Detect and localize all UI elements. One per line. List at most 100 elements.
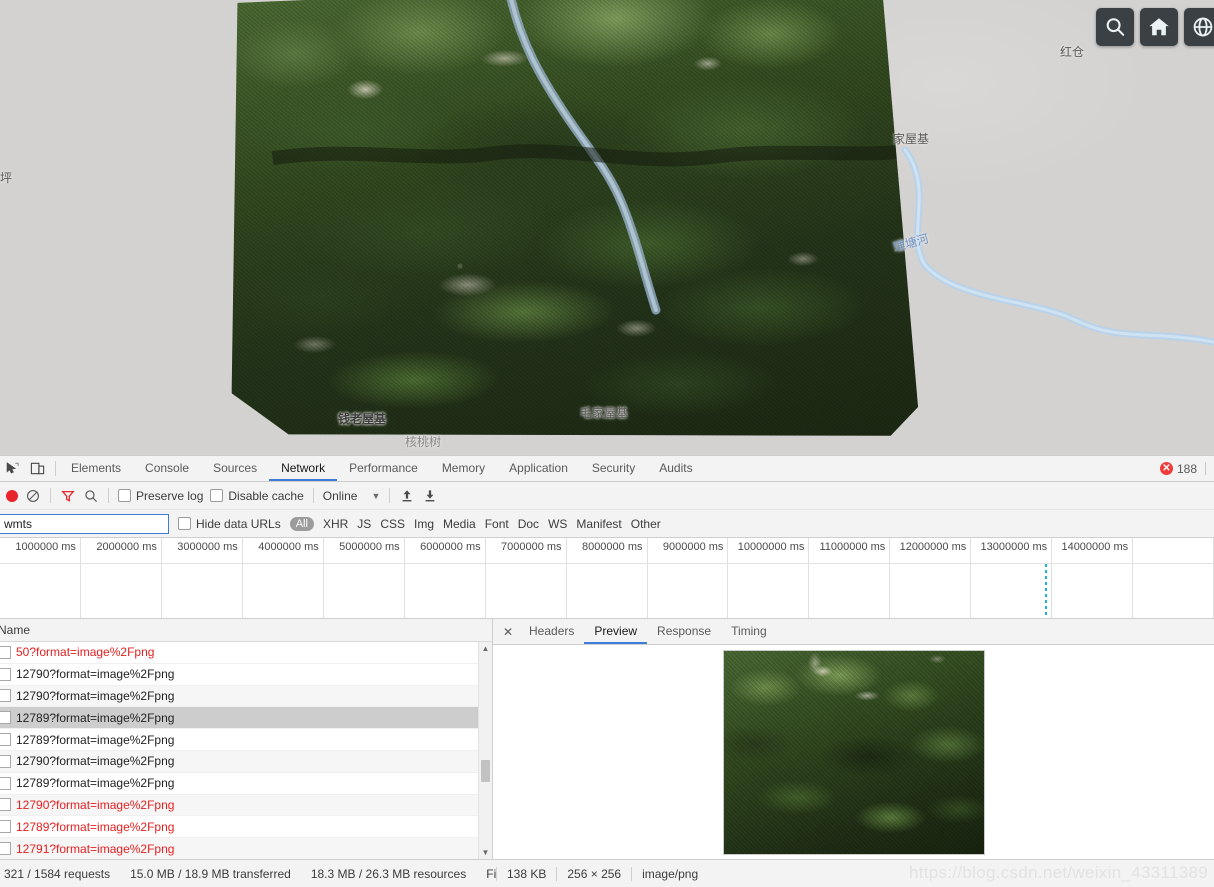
preserve-log-checkbox[interactable] [118,489,131,502]
table-row[interactable]: 12789?format=image%2Fpng [0,816,492,839]
filter-icon[interactable] [60,488,76,504]
type-filter-js[interactable]: JS [357,517,371,531]
toolbar-divider [389,488,391,503]
tab-application[interactable]: Application [497,456,580,481]
devtools-tabs[interactable]: Elements Console Sources Network Perform… [59,456,1160,481]
devtools-tool-icons[interactable] [0,456,52,481]
globe-icon[interactable] [1184,8,1214,46]
preview-body [493,645,1214,859]
tab-performance[interactable]: Performance [337,456,430,481]
status-transferred: 15.0 MB / 18.9 MB transferred [130,866,291,881]
timeline-tick-label: 10000000 ms [737,541,805,553]
table-row[interactable]: 12790?format=image%2Fpng [0,664,492,686]
map-label: 红仓 [1060,45,1085,59]
row-checkbox[interactable] [0,820,11,834]
tab-timing[interactable]: Timing [721,619,777,644]
row-checkbox[interactable] [0,842,11,856]
row-checkbox[interactable] [0,667,11,681]
tab-response[interactable]: Response [647,619,721,644]
inspect-element-icon[interactable] [4,460,21,477]
type-filter-img[interactable]: Img [414,517,434,531]
table-row[interactable]: 12790?format=image%2Fpng [0,685,492,708]
type-filter-all[interactable]: All [289,516,314,531]
tab-security[interactable]: Security [580,456,647,481]
devtools-panel: Elements Console Sources Network Perform… [0,455,1214,887]
scrollbar-thumb[interactable] [481,760,490,782]
preserve-log-toggle[interactable]: Preserve log [118,489,203,503]
type-filter-ws[interactable]: WS [548,517,567,531]
type-filter-manifest[interactable]: Manifest [576,517,621,531]
clear-button[interactable] [25,488,41,504]
detail-tabbar[interactable]: ✕ Headers Preview Response Timing [493,619,1214,645]
status-bar: 321 / 1584 requests 15.0 MB / 18.9 MB tr… [0,859,1214,887]
type-filter-css[interactable]: CSS [380,517,405,531]
type-filter-doc[interactable]: Doc [518,517,539,531]
request-name: 12790?format=image%2Fpng [16,754,175,769]
tab-memory[interactable]: Memory [430,456,497,481]
timeline-tick: 1000000 ms [0,538,81,618]
type-filter-media[interactable]: Media [443,517,476,531]
timeline-tick-label: 12000000 ms [899,541,967,553]
timeline-tick-label: 11000000 ms [819,541,886,553]
row-checkbox[interactable] [0,645,11,659]
table-row[interactable]: 12789?format=image%2Fpng [0,773,492,795]
tab-elements[interactable]: Elements [59,456,133,481]
tab-network[interactable]: Network [269,456,338,481]
tab-audits[interactable]: Audits [647,456,704,481]
map-controls[interactable] [1096,8,1214,46]
disable-cache-checkbox[interactable] [210,489,224,502]
map-viewport[interactable]: 坪 红仓 家屋基 理塘河 毛家屋基 钱老屋基 核桃树 [0,0,1214,455]
record-button[interactable] [6,489,18,502]
column-header-name[interactable]: Name [0,623,30,637]
request-name: 12789?format=image%2Fpng [16,710,175,725]
table-row[interactable]: 12790?format=image%2Fpng [0,794,492,817]
type-filter-font[interactable]: Font [485,517,509,531]
table-row[interactable]: 12790?format=image%2Fpng [0,750,492,773]
request-list-scrollbar[interactable]: ▲ ▼ [478,642,492,859]
table-row[interactable]: 12791?format=image%2Fpng [0,838,492,859]
network-filter-bar: Hide data URLs All XHR JS CSS Img Media … [0,510,1214,538]
search-icon[interactable] [1096,8,1134,46]
table-row[interactable]: 12789?format=image%2Fpng [0,729,492,751]
table-row[interactable]: 12789?format=image%2Fpng [0,707,492,730]
timeline-tick: 5000000 ms [324,538,405,618]
disable-cache-toggle[interactable]: Disable cache [210,489,304,503]
type-filter-other[interactable]: Other [631,517,661,531]
chevron-down-icon: ▼ [371,490,381,501]
request-list[interactable]: 50?format=image%2Fpng 12790?format=image… [0,642,492,859]
tab-console[interactable]: Console [133,456,201,481]
throttling-select[interactable]: Online ▼ [323,489,381,503]
export-har-icon[interactable] [422,488,438,504]
error-icon: ✕ [1159,462,1173,475]
preview-tile-texture [723,650,984,854]
resource-type-filters[interactable]: All XHR JS CSS Img Media Font Doc WS Man… [289,516,661,531]
close-icon[interactable]: ✕ [497,619,519,644]
row-checkbox[interactable] [0,754,11,768]
type-filter-xhr[interactable]: XHR [323,517,348,531]
scroll-up-icon[interactable]: ▲ [479,642,492,655]
toggle-device-toolbar-icon[interactable] [29,460,46,477]
import-har-icon[interactable] [399,488,415,504]
scroll-down-icon[interactable]: ▼ [479,846,492,859]
row-checkbox[interactable] [0,711,11,725]
hide-data-urls-checkbox[interactable] [178,517,191,530]
table-row[interactable]: 50?format=image%2Fpng [0,642,492,664]
request-name: 12789?format=image%2Fpng [16,732,175,747]
filter-input[interactable] [0,513,169,534]
toolbar-divider [312,488,314,503]
row-checkbox[interactable] [0,776,11,790]
row-checkbox[interactable] [0,689,11,703]
tab-headers[interactable]: Headers [519,619,584,644]
row-checkbox[interactable] [0,733,11,747]
tab-sources[interactable]: Sources [201,456,269,481]
hide-data-urls-toggle[interactable]: Hide data URLs [178,517,281,531]
search-icon[interactable] [83,488,99,504]
timeline-tick-label: 9000000 ms [662,541,724,553]
tab-preview[interactable]: Preview [584,619,648,644]
row-checkbox[interactable] [0,798,11,812]
home-icon[interactable] [1140,8,1178,46]
error-badge[interactable]: ✕ 188 [1159,462,1197,476]
timeline-tick: 14000000 ms [1052,538,1134,618]
request-list-header[interactable]: Name [0,619,492,642]
network-overview-timeline[interactable]: 1000000 ms 2000000 ms 3000000 ms 4000000… [0,538,1214,619]
